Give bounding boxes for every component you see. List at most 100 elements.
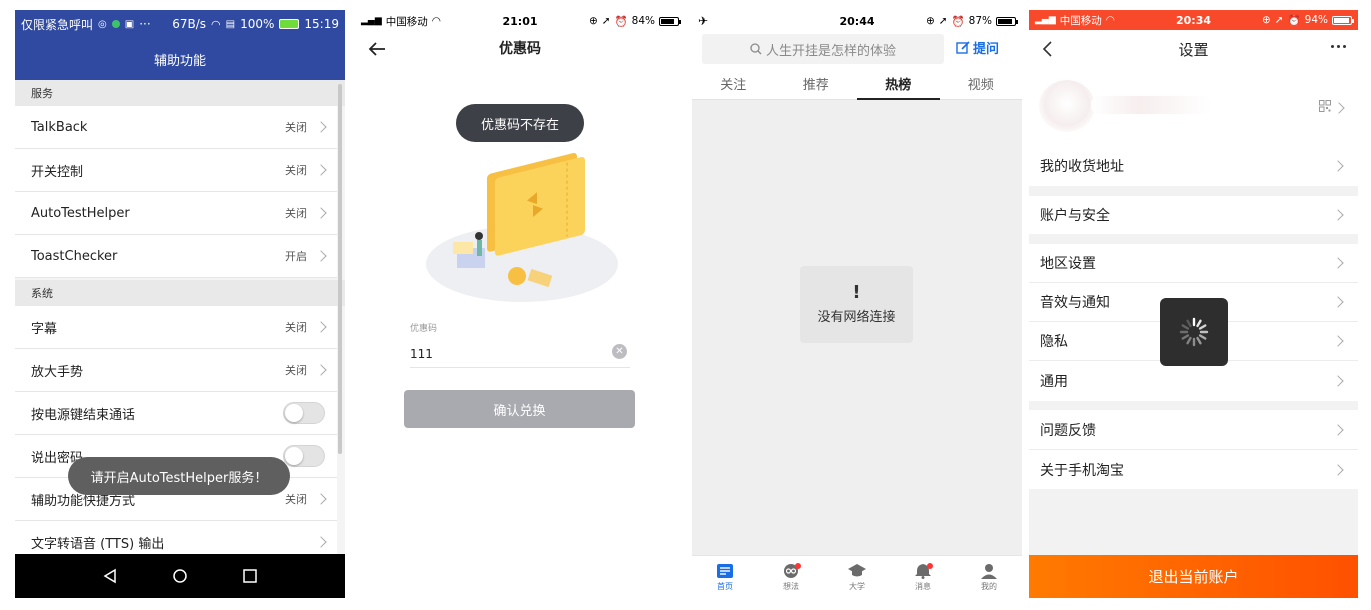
- signal-icon: ▂▄▆: [361, 16, 382, 26]
- tab-university[interactable]: 大学: [824, 556, 890, 598]
- search-icon: [750, 43, 762, 55]
- graduation-cap-icon: [848, 563, 866, 576]
- tab-video[interactable]: 视频: [940, 68, 1023, 99]
- row-label: 问题反馈: [1040, 422, 1096, 439]
- row-region[interactable]: 地区设置: [1029, 244, 1358, 283]
- back-icon[interactable]: [100, 566, 120, 586]
- row-shipping-address[interactable]: 我的收货地址: [1029, 146, 1358, 186]
- tab-bar: 关注 推荐 热榜 视频: [692, 68, 1022, 100]
- coupon-field-label: 优惠码: [410, 324, 438, 334]
- android-nav-bar: [15, 554, 345, 598]
- network-speed: 67B/s: [172, 17, 207, 31]
- wifi-icon: ◠: [211, 17, 221, 31]
- coupon-input-value: 111: [410, 346, 433, 361]
- chevron-right-icon: [1332, 209, 1344, 221]
- more-icon[interactable]: [1331, 45, 1346, 48]
- chevron-right-icon: [1332, 423, 1344, 436]
- no-connection-message: ! 没有网络连接: [800, 266, 913, 343]
- profile-row[interactable]: [1029, 68, 1358, 146]
- coupon-illustration: [426, 152, 618, 302]
- page-title: 辅助功能: [15, 38, 345, 80]
- row-about[interactable]: 关于手机淘宝: [1029, 450, 1358, 489]
- location-icon: ◎: [98, 18, 107, 30]
- logout-button[interactable]: 退出当前账户: [1029, 555, 1358, 598]
- search-input[interactable]: 人生开挂是怎样的体验: [702, 34, 944, 64]
- row-label: 放大手势: [31, 364, 84, 380]
- row-label: 关于手机淘宝: [1040, 462, 1124, 479]
- tab-label: 大学: [849, 581, 865, 591]
- chevron-right-icon: [315, 321, 327, 333]
- wifi-icon: ◠: [1105, 14, 1115, 26]
- sim-icon: ▤: [225, 18, 236, 30]
- location-arrow-icon: ➚: [1274, 14, 1284, 26]
- recents-icon[interactable]: [240, 566, 260, 586]
- row-label: 我的收货地址: [1040, 159, 1124, 175]
- zhihu-screen: ✈ 20:44 ⊕ ➚ ⏰ 87% 人生开挂是怎样的体验 提问 关注 推荐 热榜 视频…: [692, 10, 1022, 598]
- row-value: 关闭: [285, 321, 307, 334]
- row-label: 开关控制: [31, 164, 84, 180]
- battery-percent: 100%: [240, 17, 275, 31]
- bottom-tab-bar: 首页 想法 大学 消息 我的: [692, 555, 1022, 598]
- row-label: 字幕: [31, 321, 58, 337]
- row-switch-access[interactable]: 开关控制 关闭: [15, 149, 337, 192]
- page-title: 优惠码: [499, 41, 541, 57]
- power-ends-call-toggle[interactable]: [283, 402, 325, 424]
- tab-profile[interactable]: 我的: [956, 556, 1022, 598]
- app-dot-icon: [111, 20, 120, 28]
- tab-label: 我的: [981, 581, 997, 591]
- battery-percent: 87%: [968, 15, 992, 27]
- coupon-input[interactable]: 111: [410, 340, 630, 368]
- tab-ideas[interactable]: 想法: [758, 556, 824, 598]
- home-doc-icon: [717, 563, 733, 578]
- more-icon: ···: [139, 17, 151, 31]
- loading-spinner-icon: [1160, 298, 1228, 366]
- scrollbar[interactable]: [338, 84, 342, 454]
- battery-percent: 94%: [1304, 14, 1328, 26]
- battery-icon: [996, 16, 1018, 26]
- search-placeholder: 人生开挂是怎样的体验: [765, 43, 896, 59]
- row-value: 开启: [285, 250, 307, 263]
- status-bar: ✈ 20:44 ⊕ ➚ ⏰ 87%: [692, 10, 1022, 32]
- tab-recommend[interactable]: 推荐: [775, 68, 858, 99]
- chevron-right-icon: [1333, 102, 1345, 114]
- chevron-right-icon: [315, 536, 327, 548]
- no-connection-text: 没有网络连接: [817, 310, 896, 325]
- tab-messages[interactable]: 消息: [890, 556, 956, 598]
- page-title: 设置: [1178, 41, 1209, 59]
- row-account-security[interactable]: 账户与安全: [1029, 196, 1358, 234]
- row-general[interactable]: 通用: [1029, 361, 1358, 401]
- lock-rotation-icon: ⊕: [1261, 14, 1271, 26]
- row-label: 账户与安全: [1040, 208, 1110, 224]
- row-talkback[interactable]: TalkBack 关闭: [15, 106, 337, 149]
- carrier: 中国移动: [385, 15, 428, 28]
- row-magnification[interactable]: 放大手势 关闭: [15, 349, 337, 392]
- location-arrow-icon: ➚: [938, 15, 948, 27]
- tab-home[interactable]: 首页: [692, 556, 758, 598]
- chevron-right-icon: [1332, 375, 1344, 387]
- ask-button[interactable]: 提问: [956, 38, 999, 57]
- wifi-icon: ◠: [431, 15, 441, 27]
- chevron-right-icon: [1332, 296, 1344, 308]
- signal-icon: ▂▄▆: [1035, 15, 1056, 25]
- row-value: 关闭: [285, 207, 307, 220]
- tab-label: 首页: [717, 581, 733, 591]
- lock-rotation-icon: ⊕: [588, 15, 598, 27]
- row-label: TalkBack: [31, 119, 88, 135]
- row-captions[interactable]: 字幕 关闭: [15, 306, 337, 349]
- tab-hot[interactable]: 热榜: [857, 68, 940, 100]
- row-autotesthelper[interactable]: AutoTestHelper 关闭: [15, 192, 337, 235]
- clear-icon[interactable]: ✕: [612, 344, 627, 359]
- tab-follow[interactable]: 关注: [692, 68, 775, 99]
- row-label: 地区设置: [1040, 256, 1096, 272]
- carrier: 中国移动: [1059, 14, 1102, 27]
- speak-passwords-toggle[interactable]: [283, 445, 325, 467]
- row-power-ends-call[interactable]: 按电源键结束通话: [15, 392, 337, 435]
- row-value: 关闭: [285, 493, 307, 506]
- row-feedback[interactable]: 问题反馈: [1029, 410, 1358, 450]
- home-icon[interactable]: [170, 566, 190, 586]
- confirm-redeem-button[interactable]: 确认兑换: [404, 390, 635, 428]
- row-value: 关闭: [285, 121, 307, 134]
- edit-icon: [956, 40, 970, 54]
- row-toastchecker[interactable]: ToastChecker 开启: [15, 235, 337, 278]
- person-icon: [981, 563, 997, 579]
